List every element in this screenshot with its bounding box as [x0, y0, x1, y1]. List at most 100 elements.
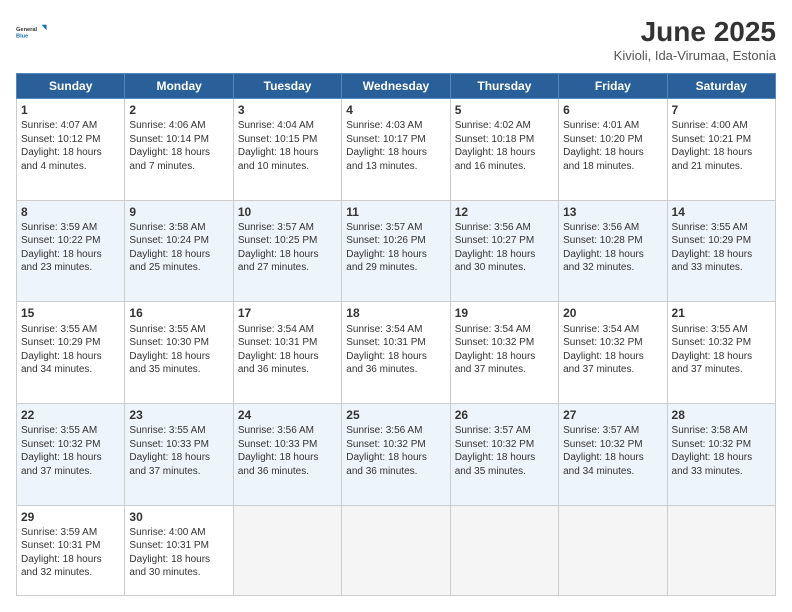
table-row: 16 Sunrise: 3:55 AM Sunset: 10:30 PM Day… [125, 302, 233, 404]
sunrise-label: Sunrise: 3:56 AM [346, 425, 422, 436]
sunset-label: Sunset: 10:17 PM [346, 134, 426, 145]
sunrise-label: Sunrise: 4:06 AM [129, 120, 205, 131]
sunrise-label: Sunrise: 3:56 AM [455, 222, 531, 233]
day-number: 9 [129, 204, 228, 220]
table-row: 11 Sunrise: 3:57 AM Sunset: 10:26 PM Day… [342, 200, 450, 302]
day-number: 28 [672, 407, 771, 423]
sunset-label: Sunset: 10:31 PM [238, 337, 318, 348]
sunset-label: Sunset: 10:31 PM [21, 540, 101, 551]
day-number: 26 [455, 407, 554, 423]
table-row: 12 Sunrise: 3:56 AM Sunset: 10:27 PM Day… [450, 200, 558, 302]
table-row [667, 505, 775, 595]
table-row: 25 Sunrise: 3:56 AM Sunset: 10:32 PM Day… [342, 403, 450, 505]
sunset-label: Sunset: 10:15 PM [238, 134, 318, 145]
day-number: 20 [563, 305, 662, 321]
table-row: 21 Sunrise: 3:55 AM Sunset: 10:32 PM Day… [667, 302, 775, 404]
daylight-label: Daylight: 18 hours and 37 minutes. [21, 452, 102, 477]
day-number: 1 [21, 102, 120, 118]
logo: GeneralBlue [16, 16, 48, 48]
daylight-label: Daylight: 18 hours and 18 minutes. [563, 147, 644, 172]
day-number: 30 [129, 509, 228, 525]
table-row: 26 Sunrise: 3:57 AM Sunset: 10:32 PM Day… [450, 403, 558, 505]
sunrise-label: Sunrise: 3:59 AM [21, 527, 97, 538]
sunrise-label: Sunrise: 3:56 AM [238, 425, 314, 436]
svg-text:Blue: Blue [16, 34, 28, 40]
sunset-label: Sunset: 10:26 PM [346, 235, 426, 246]
sunset-label: Sunset: 10:18 PM [455, 134, 535, 145]
day-number: 24 [238, 407, 337, 423]
sunrise-label: Sunrise: 3:55 AM [672, 222, 748, 233]
sunset-label: Sunset: 10:32 PM [672, 439, 752, 450]
day-number: 3 [238, 102, 337, 118]
table-row: 30 Sunrise: 4:00 AM Sunset: 10:31 PM Day… [125, 505, 233, 595]
day-number: 6 [563, 102, 662, 118]
table-row: 1 Sunrise: 4:07 AM Sunset: 10:12 PM Dayl… [17, 99, 125, 201]
month-title: June 2025 [614, 16, 776, 48]
day-number: 21 [672, 305, 771, 321]
sunrise-label: Sunrise: 3:58 AM [129, 222, 205, 233]
calendar-row: 15 Sunrise: 3:55 AM Sunset: 10:29 PM Day… [17, 302, 776, 404]
sunset-label: Sunset: 10:28 PM [563, 235, 643, 246]
sunrise-label: Sunrise: 4:03 AM [346, 120, 422, 131]
sunset-label: Sunset: 10:14 PM [129, 134, 209, 145]
sunset-label: Sunset: 10:32 PM [346, 439, 426, 450]
sunset-label: Sunset: 10:32 PM [563, 337, 643, 348]
svg-text:General: General [16, 27, 38, 33]
table-row: 17 Sunrise: 3:54 AM Sunset: 10:31 PM Day… [233, 302, 341, 404]
sunrise-label: Sunrise: 4:00 AM [672, 120, 748, 131]
day-number: 29 [21, 509, 120, 525]
sunrise-label: Sunrise: 4:07 AM [21, 120, 97, 131]
sunset-label: Sunset: 10:33 PM [238, 439, 318, 450]
calendar-table: Sunday Monday Tuesday Wednesday Thursday… [16, 73, 776, 596]
day-number: 5 [455, 102, 554, 118]
daylight-label: Daylight: 18 hours and 30 minutes. [455, 249, 536, 274]
page: GeneralBlue June 2025 Kivioli, Ida-Virum… [0, 0, 792, 612]
day-number: 23 [129, 407, 228, 423]
day-number: 13 [563, 204, 662, 220]
daylight-label: Daylight: 18 hours and 29 minutes. [346, 249, 427, 274]
sunrise-label: Sunrise: 3:58 AM [672, 425, 748, 436]
col-friday: Friday [559, 74, 667, 99]
daylight-label: Daylight: 18 hours and 37 minutes. [672, 351, 753, 376]
location: Kivioli, Ida-Virumaa, Estonia [614, 48, 776, 63]
daylight-label: Daylight: 18 hours and 35 minutes. [455, 452, 536, 477]
sunset-label: Sunset: 10:31 PM [346, 337, 426, 348]
daylight-label: Daylight: 18 hours and 33 minutes. [672, 249, 753, 274]
sunrise-label: Sunrise: 4:01 AM [563, 120, 639, 131]
col-thursday: Thursday [450, 74, 558, 99]
day-number: 25 [346, 407, 445, 423]
daylight-label: Daylight: 18 hours and 37 minutes. [455, 351, 536, 376]
table-row: 24 Sunrise: 3:56 AM Sunset: 10:33 PM Day… [233, 403, 341, 505]
sunrise-label: Sunrise: 3:57 AM [455, 425, 531, 436]
daylight-label: Daylight: 18 hours and 13 minutes. [346, 147, 427, 172]
table-row [233, 505, 341, 595]
table-row: 22 Sunrise: 3:55 AM Sunset: 10:32 PM Day… [17, 403, 125, 505]
table-row [450, 505, 558, 595]
day-number: 14 [672, 204, 771, 220]
col-saturday: Saturday [667, 74, 775, 99]
table-row: 29 Sunrise: 3:59 AM Sunset: 10:31 PM Day… [17, 505, 125, 595]
table-row: 28 Sunrise: 3:58 AM Sunset: 10:32 PM Day… [667, 403, 775, 505]
day-number: 7 [672, 102, 771, 118]
table-row: 8 Sunrise: 3:59 AM Sunset: 10:22 PM Dayl… [17, 200, 125, 302]
table-row: 4 Sunrise: 4:03 AM Sunset: 10:17 PM Dayl… [342, 99, 450, 201]
table-row: 20 Sunrise: 3:54 AM Sunset: 10:32 PM Day… [559, 302, 667, 404]
table-row: 7 Sunrise: 4:00 AM Sunset: 10:21 PM Dayl… [667, 99, 775, 201]
title-block: June 2025 Kivioli, Ida-Virumaa, Estonia [614, 16, 776, 63]
calendar-header-row: Sunday Monday Tuesday Wednesday Thursday… [17, 74, 776, 99]
sunset-label: Sunset: 10:32 PM [563, 439, 643, 450]
daylight-label: Daylight: 18 hours and 33 minutes. [672, 452, 753, 477]
sunrise-label: Sunrise: 4:04 AM [238, 120, 314, 131]
day-number: 16 [129, 305, 228, 321]
daylight-label: Daylight: 18 hours and 36 minutes. [238, 351, 319, 376]
daylight-label: Daylight: 18 hours and 34 minutes. [21, 351, 102, 376]
table-row: 13 Sunrise: 3:56 AM Sunset: 10:28 PM Day… [559, 200, 667, 302]
day-number: 8 [21, 204, 120, 220]
sunset-label: Sunset: 10:12 PM [21, 134, 101, 145]
sunset-label: Sunset: 10:29 PM [21, 337, 101, 348]
sunset-label: Sunset: 10:30 PM [129, 337, 209, 348]
sunrise-label: Sunrise: 4:02 AM [455, 120, 531, 131]
daylight-label: Daylight: 18 hours and 34 minutes. [563, 452, 644, 477]
sunrise-label: Sunrise: 3:57 AM [346, 222, 422, 233]
header: GeneralBlue June 2025 Kivioli, Ida-Virum… [16, 16, 776, 63]
